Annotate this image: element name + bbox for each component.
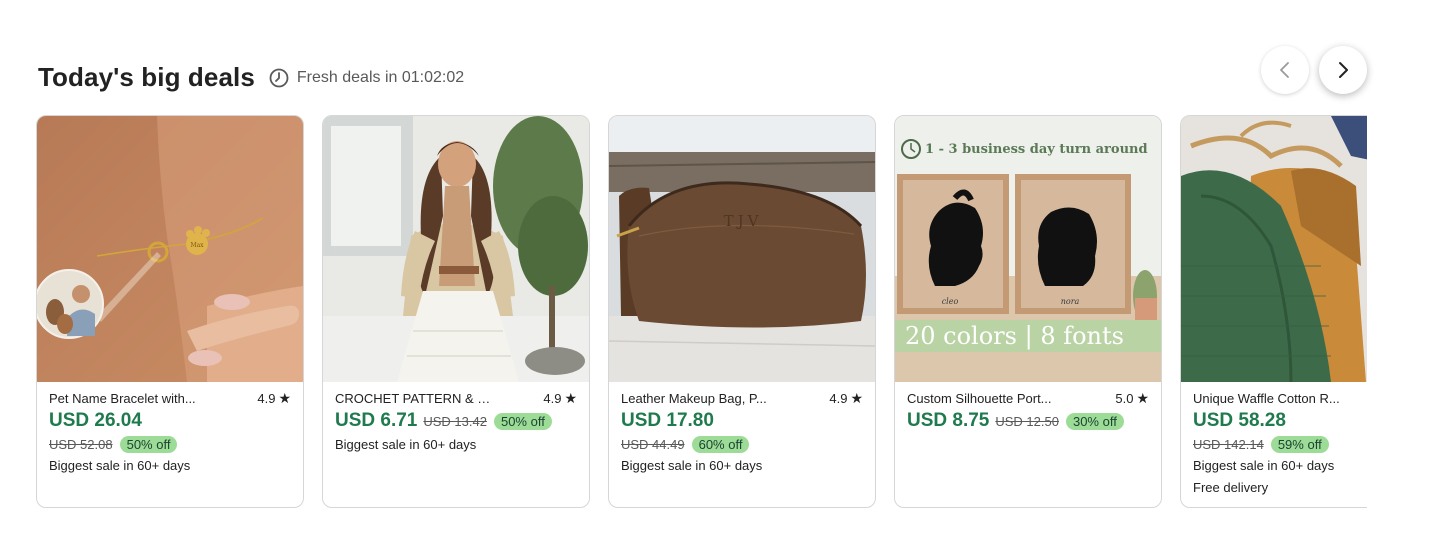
original-price: USD 44.49 [621,437,685,452]
sale-price: USD 17.80 [621,410,714,431]
discount-badge: 30% off [1065,412,1124,430]
bag-monogram: TJV [724,212,763,230]
discount-badge: 50% off [493,412,552,430]
original-price: USD 13.42 [423,413,487,429]
product-title: Unique Waffle Cotton R... [1193,390,1340,406]
sale-price: USD 6.71 [335,410,418,431]
carousel-next-button[interactable] [1319,46,1367,94]
product-rating: 4.9 ★ [543,390,577,407]
section-title: Today's big deals [38,61,255,92]
star-icon: ★ [850,389,863,406]
product-title: Leather Makeup Bag, P... [621,390,767,406]
product-card-crochet-pattern[interactable]: CROCHET PATTERN & V... 4.9 ★ USD 6.71 US… [322,115,590,508]
carousel-prev-button[interactable] [1261,46,1309,94]
product-title: Pet Name Bracelet with... [49,390,196,406]
original-price: USD 142.14 [1193,437,1264,452]
deals-timer: Fresh deals in 01:02:02 [269,68,464,88]
product-card-waffle-robe[interactable]: Unique Waffle Cotton R... USD 58.28 USD … [1180,115,1367,508]
discount-badge: 60% off [691,436,750,453]
rating-value: 4.9 [257,390,276,406]
discount-badge: 50% off [119,436,178,453]
star-icon: ★ [1136,389,1149,406]
chevron-right-icon [1339,62,1348,78]
product-image [323,116,589,382]
image-banner-text: 1 - 3 business day turn around [925,142,1148,157]
sale-price: USD 8.75 [907,410,990,431]
product-rating: 4.9 ★ [829,390,863,407]
sale-price: USD 58.28 [1193,410,1286,431]
silhouette-name-2: nora [1061,297,1080,306]
product-card-silhouette-portrait[interactable]: 1 - 3 business day turn around cleo nora… [894,115,1162,508]
clock-icon [269,68,289,88]
sale-note: Biggest sale in 60+ days [1193,458,1335,473]
product-title: Custom Silhouette Port... [907,390,1052,406]
original-price: USD 12.50 [995,413,1059,429]
sale-price: USD 26.04 [49,410,142,431]
deals-carousel: Max Pet Name Bracelet with... 4.9 ★ USD [36,115,1367,510]
star-icon: ★ [564,389,577,406]
sale-note: Biggest sale in 60+ days [621,458,763,473]
todays-big-deals-section: Today's big deals Fresh deals in 01:02:0… [0,0,1432,551]
product-rating: 4.9 ★ [257,390,291,407]
rating-value: 4.9 [543,390,562,406]
star-icon: ★ [278,389,291,406]
rating-value: 4.9 [829,390,848,406]
free-delivery-label: Free delivery [1193,480,1269,495]
product-image: TJV [609,116,875,382]
product-card-leather-bag[interactable]: TJV Leather Makeup Bag, P... 4.9 ★ USD 1… [608,115,876,508]
product-rating: 5.0 ★ [1115,390,1149,407]
discount-badge: 59% off [1270,436,1329,453]
section-header: Today's big deals Fresh deals in 01:02:0… [38,58,464,96]
image-promo-text: 20 colors | 8 fonts [905,322,1124,351]
original-price: USD 52.08 [49,437,113,452]
chevron-left-icon [1280,62,1289,78]
silhouette-name-1: cleo [942,297,959,306]
rating-value: 5.0 [1115,390,1134,406]
product-title: CROCHET PATTERN & V... [335,390,495,406]
product-image [1181,116,1367,382]
timer-label: Fresh deals in 01:02:02 [296,69,465,86]
charm-engraving: Max [190,242,204,249]
product-card-pet-bracelet[interactable]: Max Pet Name Bracelet with... 4.9 ★ USD [36,115,304,508]
sale-note: Biggest sale in 60+ days [335,437,477,452]
product-image: 1 - 3 business day turn around cleo nora… [895,116,1161,382]
product-image: Max [37,116,303,382]
sale-note: Biggest sale in 60+ days [49,458,191,473]
